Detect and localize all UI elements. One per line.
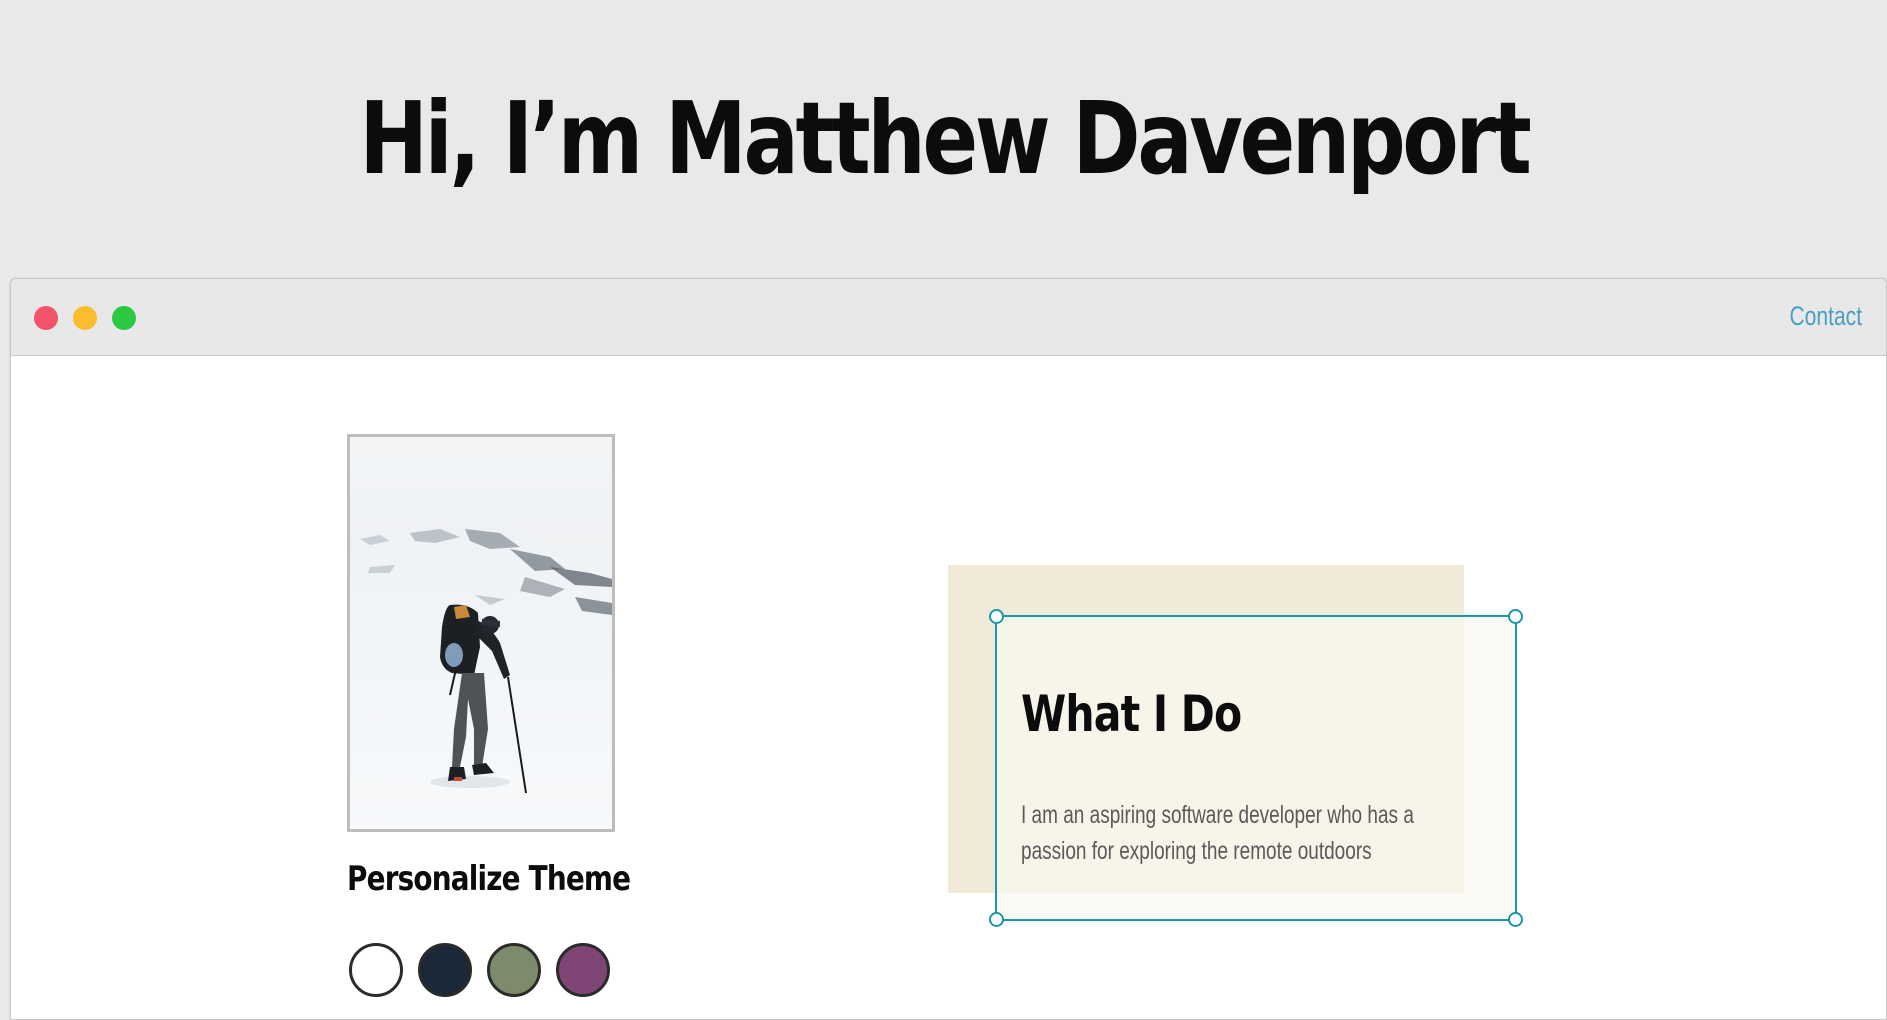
close-window-button[interactable] [34,306,58,330]
theme-swatch-purple[interactable] [556,943,610,997]
page-header: Hi, I’m Matthew Davenport [0,0,1887,278]
resize-handle-top-right[interactable] [1508,609,1523,624]
profile-photo [347,434,615,832]
minimize-window-button[interactable] [73,306,97,330]
resize-handle-bottom-right[interactable] [1508,912,1523,927]
personalize-theme-heading: Personalize Theme [347,859,631,899]
resize-handle-bottom-left[interactable] [989,912,1004,927]
window-titlebar: Contact [11,279,1886,356]
about-card-title: What I Do [1021,685,1242,743]
about-card[interactable]: What I Do I am an aspiring software deve… [989,609,1523,927]
theme-swatch-green[interactable] [487,943,541,997]
resize-handle-top-left[interactable] [989,609,1004,624]
page-title: Hi, I’m Matthew Davenport [358,79,1532,197]
browser-window: Contact Personalize Theme What I Do I am… [10,278,1887,1020]
contact-link[interactable]: Contact [1789,301,1862,332]
hiker-in-snow-photo [350,437,612,829]
about-card-body: I am an aspiring software developer who … [1021,801,1414,865]
theme-swatches [349,943,610,997]
theme-swatch-dark-blue[interactable] [418,943,472,997]
theme-swatch-light[interactable] [349,943,403,997]
maximize-window-button[interactable] [112,306,136,330]
